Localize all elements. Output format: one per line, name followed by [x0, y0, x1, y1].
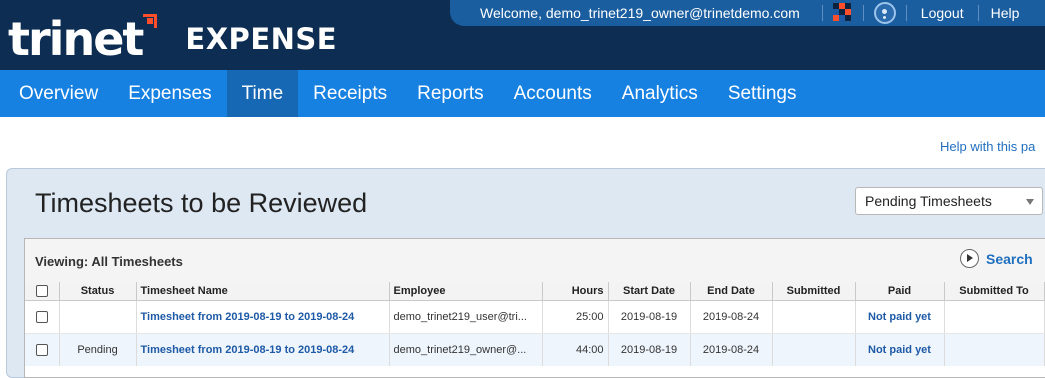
- status-cell: Pending: [59, 333, 137, 366]
- welcome-text: Welcome, demo_trinet219_owner@trinetdemo…: [480, 5, 800, 21]
- status-cell: [59, 300, 137, 334]
- logo-wordmark: trinet: [8, 12, 144, 66]
- row-select-cell[interactable]: [25, 333, 60, 366]
- app-header: trinet EXPENSE Welcome, demo_trinet219_o…: [0, 0, 1045, 70]
- paid-status-link[interactable]: Not paid yet: [855, 300, 945, 334]
- nav-expenses[interactable]: Expenses: [113, 70, 226, 117]
- select-all-checkbox[interactable]: [35, 284, 48, 297]
- hours-cell: 44:00: [542, 333, 609, 366]
- submitted-cell: [772, 333, 856, 366]
- submitted-cell: [772, 300, 856, 334]
- dropdown-caret-icon: [1026, 199, 1034, 205]
- end-date-cell: 2019-08-24: [690, 300, 773, 334]
- nav-overview[interactable]: Overview: [0, 70, 113, 117]
- employee-cell: demo_trinet219_owner@...: [389, 333, 543, 366]
- timesheet-name-link[interactable]: Timesheet from 2019-08-19 to 2019-08-24: [136, 333, 390, 366]
- start-date-cell: 2019-08-19: [608, 300, 691, 334]
- logo-accent-icon: [143, 14, 158, 28]
- select-all-header[interactable]: [25, 282, 60, 301]
- nav-settings[interactable]: Settings: [713, 70, 812, 117]
- col-timesheet-name[interactable]: Timesheet Name: [136, 282, 390, 301]
- help-circle-icon[interactable]: [873, 2, 896, 24]
- end-date-cell: 2019-08-24: [690, 333, 773, 366]
- main-nav: Overview Expenses Time Receipts Reports …: [0, 70, 1045, 117]
- product-name: EXPENSE: [185, 22, 338, 56]
- nav-analytics[interactable]: Analytics: [607, 70, 713, 117]
- hours-cell: 25:00: [542, 300, 609, 334]
- submitted-to-cell: [944, 333, 1045, 366]
- timesheets-grid: Viewing: All Timesheets Search Status Ti…: [24, 238, 1045, 378]
- viewing-label: Viewing: All Timesheets: [35, 254, 183, 269]
- table-row[interactable]: Pending Timesheet from 2019-08-19 to 201…: [25, 333, 1045, 366]
- paid-status-link[interactable]: Not paid yet: [855, 333, 945, 366]
- row-select-cell[interactable]: [25, 300, 60, 334]
- table-row[interactable]: Timesheet from 2019-08-19 to 2019-08-24 …: [25, 300, 1045, 334]
- timesheet-name-link[interactable]: Timesheet from 2019-08-19 to 2019-08-24: [136, 300, 390, 334]
- trinet-logo[interactable]: trinet EXPENSE: [8, 6, 337, 62]
- search-button[interactable]: Search: [960, 249, 1033, 268]
- timesheets-table: Status Timesheet Name Employee Hours Sta…: [25, 282, 1045, 366]
- col-hours[interactable]: Hours: [542, 282, 609, 301]
- col-employee[interactable]: Employee: [389, 282, 543, 301]
- timesheets-panel: Timesheets to be Reviewed Pending Timesh…: [6, 168, 1045, 378]
- nav-reports[interactable]: Reports: [402, 70, 499, 117]
- col-start-date[interactable]: Start Date: [608, 282, 691, 301]
- col-end-date[interactable]: End Date: [690, 282, 773, 301]
- company-logo-icon[interactable]: [832, 3, 853, 23]
- timesheet-filter-select[interactable]: Pending Timesheets: [855, 187, 1043, 215]
- help-with-page-link[interactable]: Help with this pa: [940, 139, 1035, 154]
- row-checkbox[interactable]: [35, 343, 48, 356]
- nav-receipts[interactable]: Receipts: [298, 70, 402, 117]
- nav-accounts[interactable]: Accounts: [499, 70, 607, 117]
- search-label: Search: [986, 250, 1033, 267]
- start-date-cell: 2019-08-19: [608, 333, 691, 366]
- table-header-row: Status Timesheet Name Employee Hours Sta…: [25, 282, 1045, 301]
- user-bar: Welcome, demo_trinet219_owner@trinetdemo…: [450, 0, 1045, 26]
- play-icon: [960, 249, 979, 268]
- divider: [905, 5, 907, 21]
- col-paid[interactable]: Paid: [855, 282, 945, 301]
- logout-link[interactable]: Logout: [921, 5, 964, 21]
- grid-toolbar: Viewing: All Timesheets Search: [25, 239, 1045, 283]
- submitted-to-cell: [944, 300, 1045, 334]
- col-status[interactable]: Status: [59, 282, 137, 301]
- page-title: Timesheets to be Reviewed: [35, 188, 368, 218]
- col-submitted-to[interactable]: Submitted To: [944, 282, 1045, 301]
- help-link-top[interactable]: Help: [991, 5, 1020, 21]
- row-checkbox[interactable]: [35, 310, 48, 323]
- divider: [862, 5, 864, 21]
- filter-value: Pending Timesheets: [865, 193, 992, 209]
- employee-cell: demo_trinet219_user@tri...: [389, 300, 543, 334]
- nav-time[interactable]: Time: [226, 70, 299, 117]
- col-submitted[interactable]: Submitted: [772, 282, 856, 301]
- divider: [821, 5, 823, 21]
- divider: [977, 5, 979, 21]
